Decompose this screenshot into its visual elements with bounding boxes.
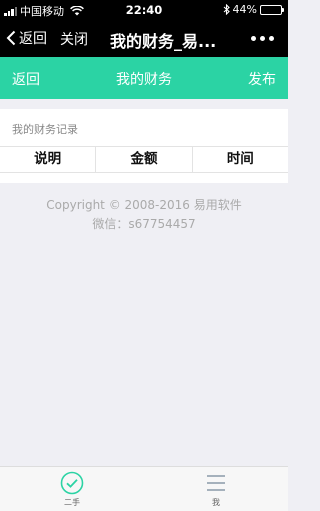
records-table-header: 说明 金额 时间	[0, 146, 288, 173]
column-header-description: 说明	[34, 151, 62, 167]
wechat-nav-bar: 返回 关闭 我的财务_易...	[0, 20, 288, 57]
more-menu-icon[interactable]	[251, 36, 274, 41]
wechat-page-title: 我的财务_易...	[110, 32, 217, 51]
section-label: 我的财务记录	[12, 123, 78, 136]
wechat-id-text: 微信：s67754457	[92, 217, 196, 231]
tab-secondhand-label: 二手	[64, 498, 80, 507]
finance-records-section: 我的财务记录 说明 金额 时间	[0, 109, 288, 183]
status-bar: 中国移动 22:40 44%	[0, 0, 288, 20]
tab-secondhand[interactable]: 二手	[32, 471, 112, 508]
chevron-left-icon	[6, 30, 16, 46]
publish-button[interactable]: 发布	[248, 69, 276, 89]
tab-me-label: 我	[212, 498, 220, 507]
check-circle-icon	[60, 471, 84, 495]
wechat-back-button[interactable]: 返回	[6, 28, 47, 48]
menu-icon	[207, 475, 225, 491]
app-header: 返回 我的财务 发布	[0, 57, 288, 99]
tab-me[interactable]: 我	[176, 471, 256, 508]
column-header-time: 时间	[191, 147, 288, 172]
battery-icon	[260, 4, 284, 15]
page-title: 我的财务	[116, 72, 172, 88]
status-right: 44%	[223, 3, 284, 16]
bottom-tab-bar: 二手 我	[0, 466, 288, 511]
battery-percent: 44%	[232, 3, 257, 16]
bluetooth-icon	[223, 4, 230, 15]
wechat-close-button[interactable]: 关闭	[60, 29, 88, 49]
copyright-text: Copyright © 2008-2016 易用软件	[46, 198, 242, 212]
copyright-block: Copyright © 2008-2016 易用软件 微信：s67754457	[0, 196, 288, 234]
column-header-amount: 金额	[95, 147, 191, 172]
wechat-back-label: 返回	[19, 31, 47, 47]
